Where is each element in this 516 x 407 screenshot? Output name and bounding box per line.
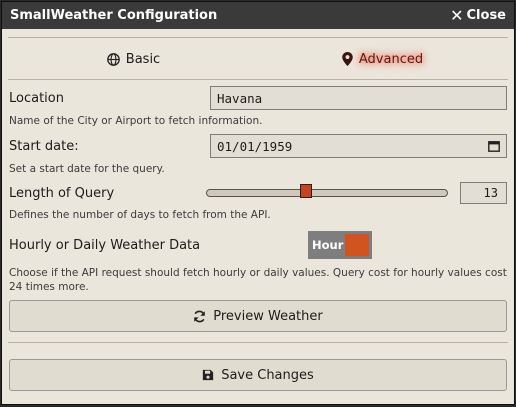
content-area: Basic Advanced Location Havana Name of t… xyxy=(2,29,514,391)
config-window: SmallWeather Configuration ✕ Close Basic… xyxy=(1,1,515,405)
close-button[interactable]: ✕ Close xyxy=(450,5,506,25)
save-icon xyxy=(202,369,214,381)
divider xyxy=(8,79,508,80)
start-date-hint: Set a start date for the query. xyxy=(9,163,165,175)
preview-weather-label: Preview Weather xyxy=(213,308,323,324)
location-label: Location xyxy=(9,90,64,106)
start-date-row: Start date: 01/01/1959 xyxy=(9,134,507,158)
calendar-icon[interactable] xyxy=(488,140,500,152)
globe-icon xyxy=(106,52,120,66)
hourly-toggle-knob xyxy=(345,234,369,256)
start-date-value: 01/01/1959 xyxy=(217,138,293,154)
preview-weather-button[interactable]: Preview Weather xyxy=(9,300,507,332)
start-date-input[interactable]: 01/01/1959 xyxy=(210,134,507,158)
location-value: Havana xyxy=(217,90,263,106)
title-bar: SmallWeather Configuration ✕ Close xyxy=(2,2,514,29)
map-marker-icon xyxy=(342,52,353,66)
length-row: Length of Query 13 xyxy=(9,182,507,204)
tab-advanced-label: Advanced xyxy=(358,51,424,67)
save-changes-label: Save Changes xyxy=(221,367,314,383)
hourly-row: Hourly or Daily Weather Data Hour xyxy=(9,231,507,259)
hourly-label: Hourly or Daily Weather Data xyxy=(9,237,201,253)
hourly-hint: Choose if the API request should fetch h… xyxy=(9,267,507,293)
tab-advanced[interactable]: Advanced xyxy=(258,44,507,74)
length-value: 13 xyxy=(483,186,498,200)
hourly-toggle[interactable]: Hour xyxy=(308,231,372,259)
location-row: Location Havana xyxy=(9,86,507,110)
save-changes-button[interactable]: Save Changes xyxy=(9,359,507,391)
tab-basic[interactable]: Basic xyxy=(9,44,258,74)
sync-icon xyxy=(193,310,206,323)
close-icon: ✕ xyxy=(450,5,464,25)
close-label: Close xyxy=(466,8,506,23)
length-control: 13 xyxy=(206,182,507,204)
length-number-input[interactable]: 13 xyxy=(460,182,507,204)
window-title: SmallWeather Configuration xyxy=(10,8,218,23)
tab-basic-label: Basic xyxy=(125,51,161,67)
start-date-label: Start date: xyxy=(9,138,79,154)
location-hint: Name of the City or Airport to fetch inf… xyxy=(9,115,263,127)
divider xyxy=(8,37,508,38)
tab-bar: Basic Advanced xyxy=(9,44,507,74)
length-slider[interactable] xyxy=(206,184,448,198)
divider xyxy=(8,342,508,343)
length-hint: Defines the number of days to fetch from… xyxy=(9,209,271,221)
length-slider-thumb[interactable] xyxy=(300,184,312,198)
length-label: Length of Query xyxy=(9,185,115,201)
location-input[interactable]: Havana xyxy=(210,86,507,110)
hourly-toggle-text: Hour xyxy=(312,238,344,252)
